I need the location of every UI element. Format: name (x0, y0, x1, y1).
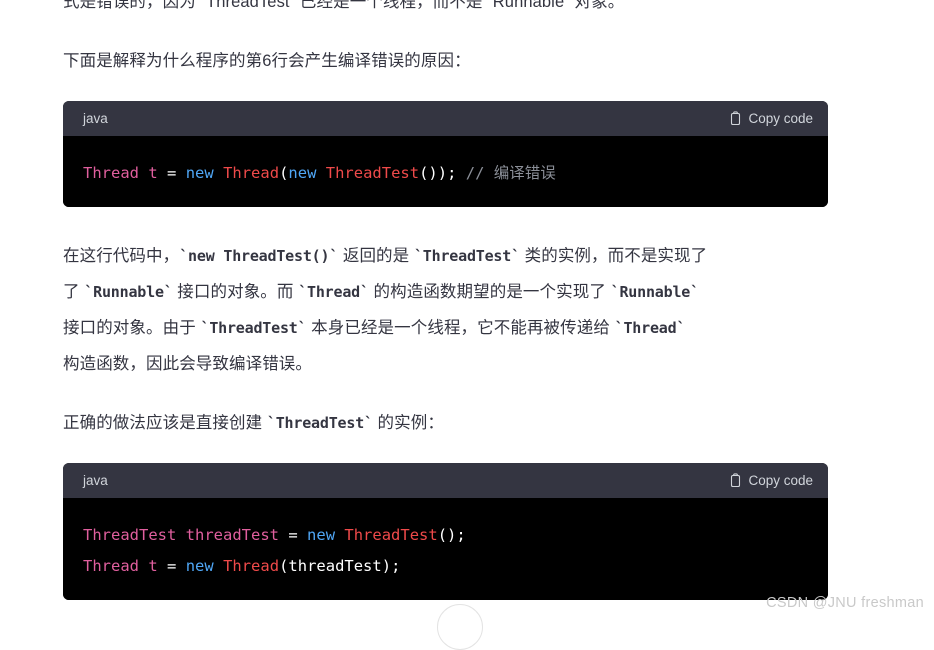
clipboard-icon (729, 111, 742, 126)
text-run: 返回的是 (338, 247, 414, 265)
text-run: 的实例： (372, 414, 444, 432)
text-run: 本身已经是一个线程，它不能再被传递给 (306, 319, 615, 337)
text-run: 正确的做法应该是直接创建 (63, 414, 267, 432)
code-token: t (148, 557, 158, 575)
code-token: new (185, 164, 214, 182)
document-page: 式是错误的，因为 `ThreadTest` 已经是一个线程，而不是 `Runna… (0, 0, 934, 650)
code-token: = (288, 526, 298, 544)
code-token: Thread (83, 557, 139, 575)
code-token: // 编译错误 (465, 164, 556, 182)
text-run: 在这行代码中， (63, 247, 180, 265)
text-run: 构造函数，因此会导致编译错误。 (63, 355, 312, 373)
code-line: ThreadTest threadTest = new ThreadTest()… (83, 520, 808, 551)
code-line: Thread t = new Thread(new ThreadTest());… (83, 158, 808, 189)
paragraph-clipped: 式是错误的，因为 `ThreadTest` 已经是一个线程，而不是 `Runna… (63, 0, 933, 17)
code-token: ThreadTest (344, 526, 438, 544)
page-artifact-arc (437, 604, 483, 650)
code-block-header: java Copy code (63, 463, 828, 498)
code-token: new (288, 164, 317, 182)
text-run: 的构造函数期望的是一个实现了 (368, 283, 611, 301)
text-run: 了 (63, 283, 85, 301)
paragraph-clipped-text: 式是错误的，因为 `ThreadTest` 已经是一个线程，而不是 `Runna… (63, 0, 625, 11)
code-token: threadTest (185, 526, 279, 544)
code-language-label: java (83, 111, 108, 126)
copy-code-button[interactable]: Copy code (729, 473, 813, 488)
code-line: Thread t = new Thread(threadTest); (83, 551, 808, 582)
clipboard-icon (729, 473, 742, 488)
code-token: Thread (83, 164, 139, 182)
code-token: t (148, 164, 158, 182)
text-run: 类的实例，而不是实现了 (519, 247, 708, 265)
code-token: (); (437, 526, 466, 544)
inline-code: `new ThreadTest()` (179, 247, 339, 265)
inline-code: `Runnable` (84, 283, 173, 301)
watermark: CSDN @JNU freshman (766, 595, 924, 611)
code-token: ); (381, 557, 401, 575)
code-token: ()); (419, 164, 457, 182)
code-token: ThreadTest (83, 526, 177, 544)
code-token: ( (279, 164, 289, 182)
inline-code: `ThreadTest` (266, 414, 373, 432)
text-run: 接口的对象。而 (172, 283, 299, 301)
inline-code: `Thread` (614, 319, 686, 337)
paragraph-explain-line3: 接口的对象。由于 `ThreadTest` 本身已经是一个线程，它不能再被传递给… (63, 313, 833, 343)
inline-code: `Thread` (298, 283, 369, 301)
paragraph-explain-line4: 构造函数，因此会导致编译错误。 (63, 349, 833, 379)
text-run: 接口的对象。由于 (63, 319, 201, 337)
code-token: ( (279, 557, 289, 575)
paragraph-explain-line2: 了 `Runnable` 接口的对象。而 `Thread` 的构造函数期望的是一… (63, 277, 833, 307)
code-block-body[interactable]: Thread t = new Thread(new ThreadTest());… (63, 136, 828, 207)
paragraph-correct-approach: 正确的做法应该是直接创建 `ThreadTest` 的实例： (63, 408, 833, 438)
code-token: new (185, 557, 214, 575)
code-block-error-example: java Copy code Thread t = new Thread(new… (63, 101, 828, 207)
inline-code: `Runnable` (610, 283, 700, 301)
code-token: = (167, 557, 177, 575)
code-token: Thread (223, 164, 280, 182)
copy-code-label: Copy code (748, 473, 813, 488)
paragraph-intro: 下面是解释为什么程序的第6行会产生编译错误的原因： (63, 46, 833, 76)
inline-code: `ThreadTest` (413, 247, 520, 265)
code-block-correct-example: java Copy code ThreadTest threadTest = n… (63, 463, 828, 600)
code-token: threadTest (288, 557, 382, 575)
code-block-body[interactable]: ThreadTest threadTest = new ThreadTest()… (63, 498, 828, 600)
code-token: new (307, 526, 336, 544)
copy-code-button[interactable]: Copy code (729, 111, 813, 126)
code-block-header: java Copy code (63, 101, 828, 136)
paragraph-intro-text: 下面是解释为什么程序的第6行会产生编译错误的原因： (63, 52, 471, 70)
code-token: = (167, 164, 177, 182)
paragraph-explain-line1: 在这行代码中，`new ThreadTest()` 返回的是 `ThreadTe… (63, 241, 833, 271)
code-token: ThreadTest (325, 164, 420, 182)
copy-code-label: Copy code (748, 111, 813, 126)
code-token: Thread (223, 557, 280, 575)
code-language-label: java (83, 473, 108, 488)
inline-code: `ThreadTest` (200, 319, 307, 337)
